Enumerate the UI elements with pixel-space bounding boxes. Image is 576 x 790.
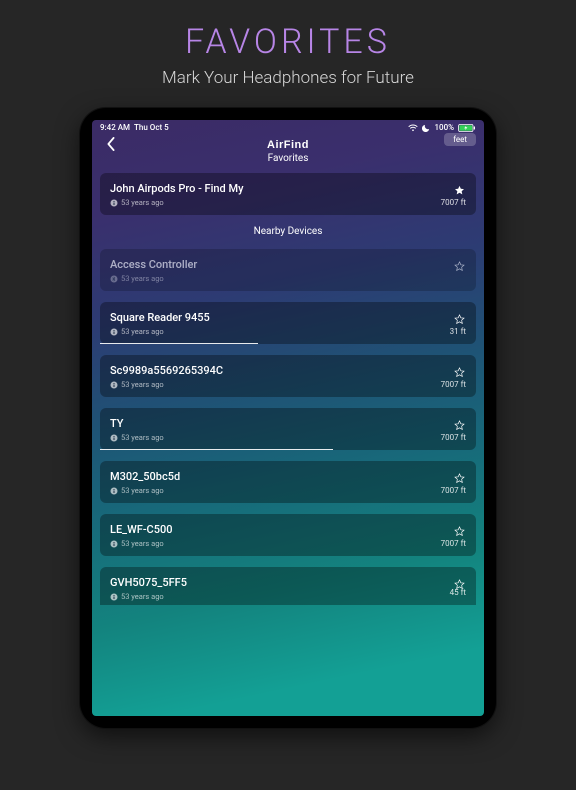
device-name: LE_WF-C500 <box>110 523 466 536</box>
info-icon <box>110 434 118 442</box>
promo-subtitle: Mark Your Headphones for Future <box>0 68 576 88</box>
device-name: John Airpods Pro - Find My <box>110 182 466 195</box>
favorite-star-button[interactable] <box>454 416 466 428</box>
device-subline: 53 years ago <box>110 198 466 207</box>
status-time: 9:42 AM <box>100 123 130 132</box>
device-distance: 31 ft <box>450 327 466 336</box>
do-not-disturb-icon <box>422 124 430 132</box>
app-name: AirFind <box>267 139 309 151</box>
device-distance: 7007 ft <box>441 198 466 207</box>
device-subline: 53 years ago <box>110 539 466 548</box>
device-card[interactable]: GVH5075_5FF5 53 years ago 45 ft <box>100 567 476 605</box>
device-ago: 53 years ago <box>121 433 164 442</box>
device-distance: 7007 ft <box>441 486 466 495</box>
device-distance: 45 ft <box>450 588 466 597</box>
info-icon <box>110 328 118 336</box>
device-subline: 53 years ago <box>110 274 466 283</box>
favorite-star-button[interactable] <box>454 257 466 269</box>
signal-progress <box>100 343 258 345</box>
favorite-star-button[interactable] <box>454 310 466 322</box>
device-ago: 53 years ago <box>121 274 164 283</box>
device-list[interactable]: John Airpods Pro - Find My 53 years ago 70… <box>92 173 484 605</box>
device-subline: 53 years ago <box>110 486 466 495</box>
bluetooth-icon <box>110 275 118 283</box>
tablet-frame: 9:42 AM Thu Oct 5 100% feet Ai <box>80 108 496 728</box>
page-title: Favorites <box>268 153 309 164</box>
device-card[interactable]: LE_WF-C500 53 years ago 7007 ft <box>100 514 476 556</box>
device-name: Sc9989a5569265394C <box>110 364 466 377</box>
device-subline: 53 years ago <box>110 592 466 601</box>
app-header: feet AirFind Favorites <box>92 133 484 173</box>
app-screen: 9:42 AM Thu Oct 5 100% feet Ai <box>92 120 484 716</box>
device-subline: 53 years ago <box>110 327 466 336</box>
favorite-star-button[interactable] <box>454 522 466 534</box>
device-ago: 53 years ago <box>121 486 164 495</box>
device-card[interactable]: Square Reader 9455 53 years ago 31 ft <box>100 302 476 344</box>
battery-icon <box>458 124 476 132</box>
device-ago: 53 years ago <box>121 327 164 336</box>
device-name: Access Controller <box>110 258 466 271</box>
device-card[interactable]: M302_50bc5d 53 years ago 7007 ft <box>100 461 476 503</box>
info-icon <box>110 593 118 601</box>
status-date: Thu Oct 5 <box>134 123 169 132</box>
device-distance: 7007 ft <box>441 433 466 442</box>
device-subline: 53 years ago <box>110 433 466 442</box>
device-card[interactable]: Access Controller 53 years ago <box>100 249 476 291</box>
battery-percent: 100% <box>434 123 454 132</box>
favorite-star-button[interactable] <box>454 181 466 193</box>
favorite-star-button[interactable] <box>454 363 466 375</box>
device-ago: 53 years ago <box>121 539 164 548</box>
device-ago: 53 years ago <box>121 380 164 389</box>
device-subline: 53 years ago <box>110 380 466 389</box>
device-ago: 53 years ago <box>121 198 164 207</box>
device-distance: 7007 ft <box>441 539 466 548</box>
device-name: GVH5075_5FF5 <box>110 576 466 589</box>
status-bar: 9:42 AM Thu Oct 5 100% <box>92 120 484 133</box>
promo-title: FAVORITES <box>0 22 576 62</box>
unit-toggle-button[interactable]: feet <box>444 133 476 146</box>
back-button[interactable] <box>102 135 120 153</box>
device-name: Square Reader 9455 <box>110 311 466 324</box>
favorite-star-button[interactable] <box>454 575 466 587</box>
device-name: TY <box>110 417 466 430</box>
device-card[interactable]: TY 53 years ago 7007 ft <box>100 408 476 450</box>
signal-progress <box>100 449 333 451</box>
info-icon <box>110 540 118 548</box>
wifi-icon <box>408 124 418 132</box>
device-card[interactable]: John Airpods Pro - Find My 53 years ago 70… <box>100 173 476 215</box>
info-icon <box>110 199 118 207</box>
nearby-section-label: Nearby Devices <box>100 226 476 237</box>
device-ago: 53 years ago <box>121 592 164 601</box>
favorite-star-button[interactable] <box>454 469 466 481</box>
device-name: M302_50bc5d <box>110 470 466 483</box>
device-card[interactable]: Sc9989a5569265394C 53 years ago 7007 ft <box>100 355 476 397</box>
device-distance: 7007 ft <box>441 380 466 389</box>
info-icon <box>110 381 118 389</box>
info-icon <box>110 487 118 495</box>
